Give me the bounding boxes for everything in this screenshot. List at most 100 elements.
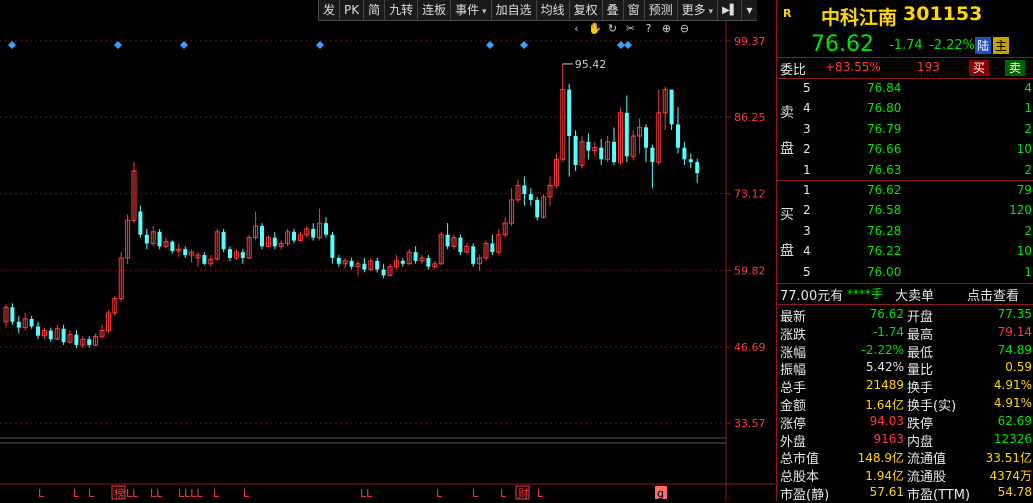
stat-label: 量比 [907, 363, 934, 379]
stats-row: 总市值 148.9亿 流通值 33.51亿 [777, 448, 1033, 467]
ask-row[interactable]: 4 76.80 1 [777, 100, 1033, 118]
stat-label: 换手(实) [907, 399, 957, 414]
toolbar-item[interactable]: 连板 [417, 0, 450, 20]
stat-value: 1.64亿 [865, 398, 904, 412]
candle-body [336, 257, 341, 264]
candle-body [221, 231, 226, 250]
ask-row[interactable]: 5 76.84 4 [777, 80, 1033, 98]
price-tick-label: 46.69 [734, 341, 766, 354]
refresh-icon[interactable]: ↻ [606, 22, 619, 35]
stat-value: 4374万 [989, 469, 1032, 484]
order-volume: 1 [1024, 264, 1032, 279]
toolbar-item[interactable]: 窗 [622, 0, 644, 20]
toolbar-item[interactable]: 发 [318, 0, 339, 20]
bid-row[interactable]: 1 76.62 79 [777, 182, 1033, 200]
stat-label: 最新 [780, 310, 807, 325]
toolbar-item[interactable]: 九转 [384, 0, 417, 20]
zoom-out-icon[interactable]: ⊖ [678, 22, 691, 35]
candle-body [48, 330, 53, 340]
candle-body [426, 257, 431, 267]
candle-body [292, 231, 296, 241]
order-price: 76.28 [867, 223, 902, 238]
toolbar-item[interactable]: 简 [363, 0, 384, 20]
candle-body [183, 249, 188, 256]
candle-body [650, 147, 655, 163]
ask-row[interactable]: 3 76.79 2 [777, 121, 1033, 139]
candle-body [61, 328, 66, 343]
big-order-row[interactable]: 77.00元有 ****手 大卖单 点击查看 [777, 285, 1033, 304]
ask-row[interactable]: 2 76.66 10 [777, 141, 1033, 159]
toolbar-item[interactable]: 均线 [535, 0, 569, 20]
stat-label: 换手 [907, 381, 934, 397]
stats-row: 涨跌 -1.74 最高 79.14 [777, 324, 1033, 343]
toolbar-item[interactable]: 更多 [676, 0, 717, 20]
stock-name: 中科江南 [821, 7, 898, 29]
stat-label: 金额 [780, 399, 807, 414]
hand-icon[interactable]: ✋ [588, 22, 602, 35]
quote-panel: R 中科江南 301153 76.62 -1.74 -2.22% 陆 主 委比 … [776, 0, 1033, 503]
order-price: 76.66 [867, 142, 902, 157]
level: 2 [803, 142, 811, 157]
stats-row: 涨幅 -2.22% 最低 74.89 [777, 342, 1033, 361]
candle-body [413, 252, 418, 261]
toolbar-item[interactable]: 复权 [568, 0, 602, 20]
toolbar-item[interactable]: 加自选 [490, 0, 536, 20]
event-diamond-icon [180, 41, 188, 49]
stat-value: 33.51亿 [985, 451, 1032, 466]
zoom-in-icon[interactable]: ⊕ [660, 22, 673, 35]
order-volume: 2 [1024, 121, 1032, 136]
chevron-down-icon[interactable]: ▾ [741, 0, 756, 20]
candle-body [330, 234, 335, 258]
candle-body [240, 252, 245, 258]
toolbar-item[interactable]: 叠 [601, 0, 623, 20]
candle-body [272, 237, 277, 247]
event-marker: LL [150, 487, 163, 500]
bid-row[interactable]: 2 76.58 120 [777, 202, 1033, 220]
stat-label: 开盘 [907, 310, 934, 325]
toolbar-item[interactable]: 预测 [643, 0, 677, 20]
order-volume: 1 [1024, 101, 1032, 116]
event-marker: L [537, 487, 544, 500]
kline-chart[interactable]: 99.3786.2573.1259.8246.6933.5795.42L L L 榜 L… [0, 0, 775, 501]
order-price: 76.22 [867, 244, 902, 259]
stat-value: 76.62 [869, 307, 904, 321]
ask-row[interactable]: 1 76.63 2 [777, 162, 1033, 180]
r-badge: R [783, 7, 792, 20]
play-icon[interactable]: ▶▌ [717, 0, 741, 20]
candle-body [612, 141, 616, 163]
candle-body [528, 194, 533, 200]
event-marker: L [38, 487, 45, 500]
kline-chart-area[interactable]: 99.37 86.25 73.12 59.82 46.69 33.57 95.42 L L L 榜 L… [0, 0, 775, 501]
stat-value: 0.59 [1005, 360, 1032, 375]
weibi-diff: 193 [917, 60, 940, 74]
candle-body [522, 185, 527, 195]
candle-body [260, 226, 264, 247]
bid-row[interactable]: 3 76.28 2 [777, 223, 1033, 241]
order-volume: 10 [1016, 244, 1032, 259]
candle-body [10, 307, 15, 322]
event-diamond-icon [114, 41, 122, 49]
stats-row: 最新 76.62 开盘 77.35 [777, 306, 1033, 325]
chevron-left-icon[interactable]: ‹ [570, 22, 583, 35]
sell-button[interactable]: 卖 [1005, 60, 1026, 76]
help-icon[interactable]: ? [642, 22, 655, 35]
level: 1 [803, 183, 811, 197]
stat-value: 94.03 [869, 413, 904, 428]
scissors-icon[interactable]: ✂ [624, 22, 637, 35]
stats-row: 振幅 5.42% 量比 0.59 [777, 359, 1033, 379]
bid-row[interactable]: 4 76.22 10 [777, 243, 1033, 261]
divider [777, 180, 1033, 181]
bid-row[interactable]: 5 76.00 1 [777, 264, 1033, 282]
big-order-price: 77.00元有 [780, 289, 844, 304]
buy-button[interactable]: 买 [969, 60, 990, 76]
order-price: 76.00 [867, 264, 902, 279]
big-order-view-link[interactable]: 点击查看 [967, 285, 1019, 304]
level: 2 [803, 203, 811, 218]
divider [777, 283, 1033, 284]
toolbar-item[interactable]: PK [339, 0, 363, 20]
sell-side-label-1: 卖 [780, 105, 794, 121]
order-price: 76.58 [867, 203, 902, 218]
stat-label: 市盈(TTM) [907, 488, 971, 503]
big-order-volume: ****手 [847, 287, 884, 301]
toolbar-item[interactable]: 事件 [450, 0, 490, 20]
